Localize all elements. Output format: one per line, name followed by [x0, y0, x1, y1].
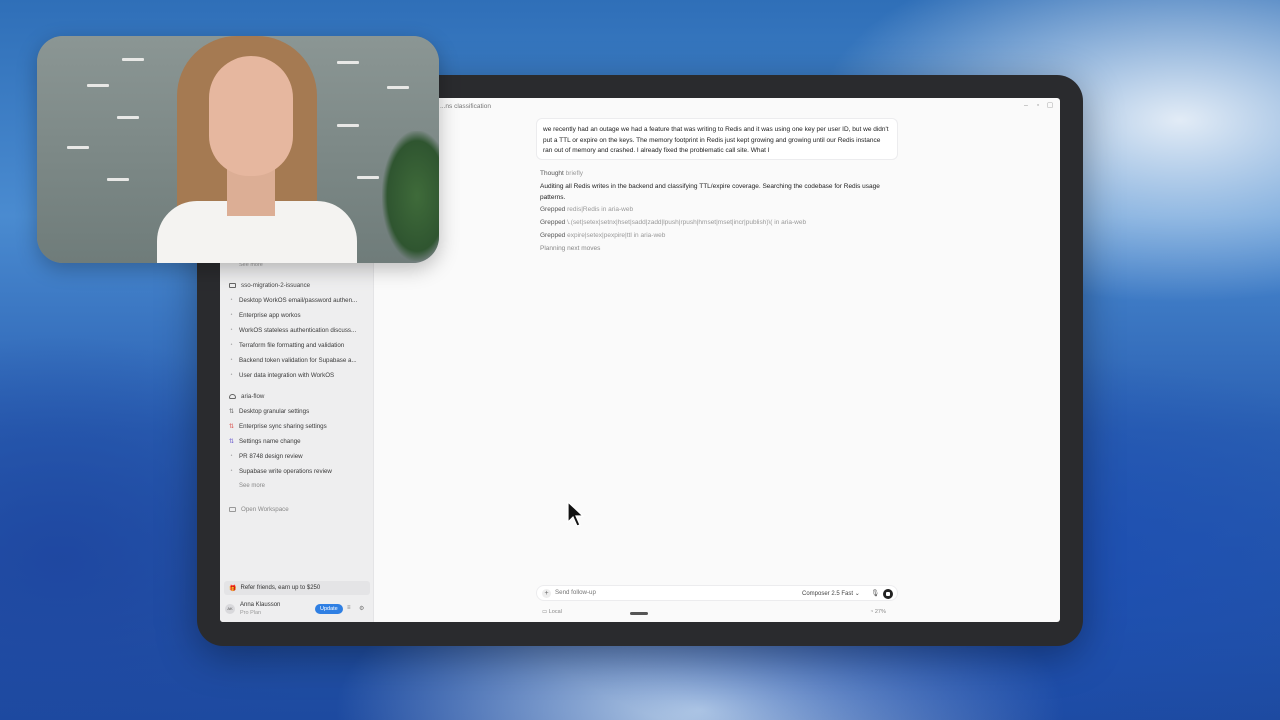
wall-hook — [117, 116, 139, 119]
model-name: Composer 2.5 Fast — [802, 591, 854, 597]
webcam-overlay — [37, 36, 439, 263]
plus-icon[interactable]: + — [542, 589, 551, 598]
folder-icon — [229, 507, 236, 512]
project-name: sso-migration-2-issuance — [241, 282, 311, 289]
dot-icon: • — [230, 327, 233, 333]
thought-detail: briefly — [565, 170, 584, 177]
chat-title: WorkOS stateless authentication discuss.… — [239, 327, 357, 334]
user-message: we recently had an outage we had a featu… — [536, 118, 898, 160]
branch-icon: ⇅ — [229, 423, 235, 430]
sidebar-chat-item[interactable]: ⇅ Enterprise sync sharing settings — [229, 423, 369, 430]
status-text: Auditing all Redis writes in the backend… — [540, 183, 880, 201]
sidebar-chat-item[interactable]: • WorkOS stateless authentication discuss… — [229, 327, 369, 334]
sidebar-chat-item[interactable]: • Desktop WorkOS email/password authen... — [229, 297, 369, 304]
close-icon[interactable]: ▢ — [1046, 102, 1054, 110]
chat-title: Settings name change — [239, 438, 301, 445]
mouse-cursor-icon — [567, 500, 585, 527]
wall-hook — [122, 58, 144, 61]
context-pct: 27% — [874, 609, 886, 615]
grep-label: Grepped — [540, 206, 566, 213]
minimize-icon[interactable]: – — [1022, 102, 1030, 110]
user-profile[interactable]: AK Anna Klausson Pro Plan Update ≡ ⚙ — [225, 601, 370, 617]
thought-line[interactable]: Thought briefly — [540, 170, 583, 177]
grep-step[interactable]: Grepped redis|Redis in aria-web — [540, 206, 633, 213]
user-name: Anna Klausson — [240, 602, 281, 608]
grep-query: \.(set|setex|setnx|hset|sadd|zadd|lpush|… — [567, 219, 807, 226]
chat-title: Supabase write operations review — [239, 468, 332, 475]
chat-title: User data integration with WorkOS — [239, 372, 335, 379]
sidebar-chat-item[interactable]: • Backend token validation for Supabase a… — [229, 357, 369, 364]
open-workspace-button[interactable]: Open Workspace — [229, 506, 289, 513]
wall-hook — [87, 84, 109, 87]
wall-hook — [67, 146, 89, 149]
chat-title: Backend token validation for Supabase a.… — [239, 357, 357, 364]
update-button[interactable]: Update — [315, 604, 343, 614]
dot-icon: • — [230, 297, 233, 303]
wall-hook — [387, 86, 409, 89]
dot-icon: • — [230, 372, 233, 378]
mic-icon[interactable]: 🎙 — [871, 589, 879, 597]
chevron-down-icon: ⌄ — [854, 591, 860, 597]
planning-status: Planning next moves — [540, 245, 601, 252]
grep-step[interactable]: Grepped expire|setex|pexpire|ttl in aria… — [540, 232, 665, 239]
dot-icon: • — [230, 312, 233, 318]
branch-icon: ⇅ — [229, 408, 235, 415]
dot-icon: • — [230, 342, 233, 348]
cloud-icon — [229, 394, 236, 399]
dot-icon: • — [230, 468, 233, 474]
gear-icon[interactable]: ⚙ — [359, 605, 364, 612]
gift-icon: 🎁 — [229, 585, 237, 592]
folder-icon — [229, 283, 236, 288]
sidebar-chat-item[interactable]: • User data integration with WorkOS — [229, 372, 369, 379]
branch-icon: ⇅ — [229, 438, 235, 445]
grep-query: expire|setex|pexpire|ttl in aria-web — [567, 232, 666, 239]
scroll-handle[interactable] — [630, 612, 648, 615]
sidebar-chat-item[interactable]: • PR 8748 design review — [229, 453, 369, 460]
see-more-link[interactable]: See more — [239, 483, 265, 489]
window-title: ...ns classification — [440, 103, 491, 110]
chat-title: Desktop WorkOS email/password authen... — [239, 297, 358, 304]
sidebar-chat-item[interactable]: • Enterprise app workos — [229, 312, 369, 319]
follow-up-input[interactable] — [555, 589, 755, 596]
user-plan: Pro Plan — [240, 610, 262, 616]
plant — [382, 131, 439, 261]
composer: + Composer 2.5 Fast ⌄ 🎙 — [536, 585, 898, 601]
filter-icon[interactable]: ≡ — [347, 605, 351, 611]
chat-title: Terraform file formatting and validation — [239, 342, 345, 349]
thought-label: Thought — [540, 170, 564, 177]
local-label: Local — [548, 609, 562, 615]
chat-title: Enterprise sync sharing settings — [239, 423, 327, 430]
grep-label: Grepped — [540, 219, 566, 226]
local-mode[interactable]: ▭ Local — [542, 609, 562, 615]
stop-icon[interactable] — [883, 589, 893, 599]
model-selector[interactable]: Composer 2.5 Fast ⌄ — [802, 590, 860, 597]
maximize-icon[interactable]: ▫ — [1034, 102, 1042, 110]
dot-icon: • — [230, 357, 233, 363]
sidebar-project-aria-flow[interactable]: aria-flow — [229, 393, 264, 400]
sidebar-chat-item[interactable]: ⇅ Settings name change — [229, 438, 369, 445]
refer-label: Refer friends, earn up to $250 — [240, 585, 321, 591]
avatar: AK — [225, 604, 235, 614]
chat-title: Enterprise app workos — [239, 312, 301, 319]
refer-friends-banner[interactable]: 🎁 Refer friends, earn up to $250 — [224, 581, 370, 595]
chat-title: PR 8748 design review — [239, 453, 303, 460]
grep-step[interactable]: Grepped \.(set|setex|setnx|hset|sadd|zad… — [540, 219, 806, 226]
open-workspace-label: Open Workspace — [241, 506, 289, 513]
context-usage: ◔ 27% — [870, 609, 886, 615]
dot-icon: • — [230, 453, 233, 459]
wall-hook — [357, 176, 379, 179]
sidebar-chat-item[interactable]: ⇅ Desktop granular settings — [229, 408, 369, 415]
sidebar-project-sso[interactable]: sso-migration-2-issuance — [229, 282, 310, 289]
wall-hook — [337, 61, 359, 64]
sidebar-chat-item[interactable]: • Terraform file formatting and validatio… — [229, 342, 369, 349]
sidebar-chat-item[interactable]: • Supabase write operations review — [229, 468, 369, 475]
grep-label: Grepped — [540, 232, 566, 239]
wall-hook — [337, 124, 359, 127]
person-face — [209, 56, 293, 176]
user-message-text: we recently had an outage we had a featu… — [543, 126, 889, 154]
grep-query: redis|Redis in aria-web — [567, 206, 634, 213]
project-name: aria-flow — [241, 393, 265, 400]
wall-hook — [107, 178, 129, 181]
chat-title: Desktop granular settings — [239, 408, 310, 415]
